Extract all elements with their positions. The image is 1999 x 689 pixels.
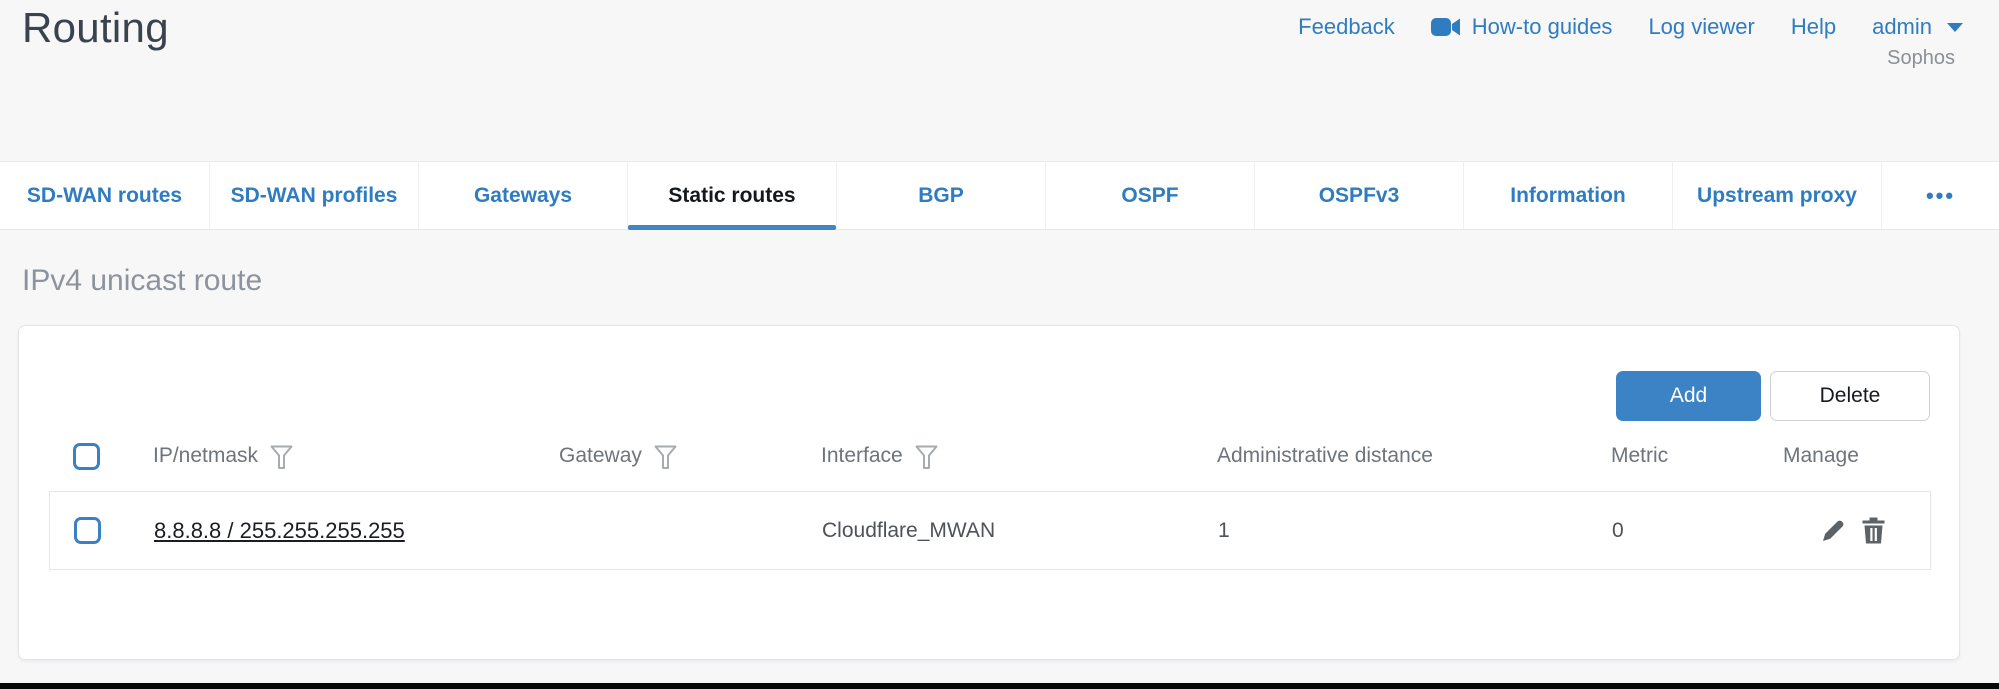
log-viewer-link[interactable]: Log viewer xyxy=(1648,14,1754,40)
trash-icon[interactable] xyxy=(1861,517,1886,544)
static-routes-card: Add Delete IP/netmask Gateway Interface … xyxy=(18,325,1960,660)
tab-sdwan-routes[interactable]: SD-WAN routes xyxy=(0,162,209,229)
brand-label: Sophos xyxy=(1887,47,1955,70)
metric-cell: 0 xyxy=(1612,492,1624,569)
tab-label: SD-WAN profiles xyxy=(231,184,398,208)
feedback-label: Feedback xyxy=(1298,14,1395,40)
column-header-administrative-distance: Administrative distance xyxy=(1217,440,1433,472)
tab-overflow-ellipsis-icon[interactable]: ••• xyxy=(1881,162,1999,229)
column-label: Interface xyxy=(821,444,903,468)
help-label: Help xyxy=(1791,14,1836,40)
tab-label: SD-WAN routes xyxy=(27,184,182,208)
filter-funnel-icon[interactable] xyxy=(270,445,293,470)
pencil-icon[interactable] xyxy=(1820,517,1847,544)
user-menu[interactable]: admin xyxy=(1872,14,1963,40)
video-camera-icon xyxy=(1431,16,1461,38)
tab-ospfv3[interactable]: OSPFv3 xyxy=(1254,162,1463,229)
howto-guides-label: How-to guides xyxy=(1472,14,1613,40)
column-label: Manage xyxy=(1783,444,1859,468)
routing-tabbar: SD-WAN routes SD-WAN profiles Gateways S… xyxy=(0,161,1999,230)
interface-cell: Cloudflare_MWAN xyxy=(822,492,995,569)
column-label: IP/netmask xyxy=(153,444,258,468)
filter-funnel-icon[interactable] xyxy=(915,445,938,470)
row-checkbox[interactable] xyxy=(74,517,101,544)
tab-label: Information xyxy=(1510,184,1626,208)
ip-netmask-link[interactable]: 8.8.8.8 / 255.255.255.255 xyxy=(154,518,405,544)
tab-static-routes[interactable]: Static routes xyxy=(627,162,836,229)
table-row: 8.8.8.8 / 255.255.255.255 Cloudflare_MWA… xyxy=(49,491,1931,570)
tab-label: OSPFv3 xyxy=(1319,184,1400,208)
tab-label: Upstream proxy xyxy=(1697,184,1857,208)
select-all-checkbox[interactable] xyxy=(73,443,100,470)
column-label: Metric xyxy=(1611,444,1668,468)
column-header-ip-netmask: IP/netmask xyxy=(153,440,293,472)
page-title: Routing xyxy=(22,4,169,52)
tab-label: OSPF xyxy=(1121,184,1178,208)
add-button[interactable]: Add xyxy=(1616,371,1761,421)
log-viewer-label: Log viewer xyxy=(1648,14,1754,40)
section-heading: IPv4 unicast route xyxy=(22,264,262,298)
user-menu-label: admin xyxy=(1872,14,1932,40)
column-header-gateway: Gateway xyxy=(559,440,677,472)
tab-bgp[interactable]: BGP xyxy=(836,162,1045,229)
tab-gateways[interactable]: Gateways xyxy=(418,162,627,229)
tab-information[interactable]: Information xyxy=(1463,162,1672,229)
column-label: Gateway xyxy=(559,444,642,468)
tab-sdwan-profiles[interactable]: SD-WAN profiles xyxy=(209,162,418,229)
column-label: Administrative distance xyxy=(1217,444,1433,468)
tab-label: BGP xyxy=(918,184,964,208)
top-nav: Feedback How-to guides Log viewer Help a… xyxy=(1298,14,1963,40)
tab-label: Static routes xyxy=(668,184,795,208)
column-header-interface: Interface xyxy=(821,440,938,472)
manage-cell xyxy=(1820,492,1886,569)
filter-funnel-icon[interactable] xyxy=(654,445,677,470)
howto-guides-link[interactable]: How-to guides xyxy=(1431,14,1613,40)
help-link[interactable]: Help xyxy=(1791,14,1836,40)
column-header-metric: Metric xyxy=(1611,440,1668,472)
tab-upstream-proxy[interactable]: Upstream proxy xyxy=(1672,162,1881,229)
administrative-distance-cell: 1 xyxy=(1218,492,1230,569)
caret-down-icon xyxy=(1947,23,1963,32)
feedback-link[interactable]: Feedback xyxy=(1298,14,1395,40)
column-header-manage: Manage xyxy=(1783,440,1859,472)
tab-ospf[interactable]: OSPF xyxy=(1045,162,1254,229)
ellipsis-icon: ••• xyxy=(1926,183,1955,209)
bottom-edge-bar xyxy=(0,683,1999,689)
tab-label: Gateways xyxy=(474,184,572,208)
delete-button[interactable]: Delete xyxy=(1770,371,1930,421)
